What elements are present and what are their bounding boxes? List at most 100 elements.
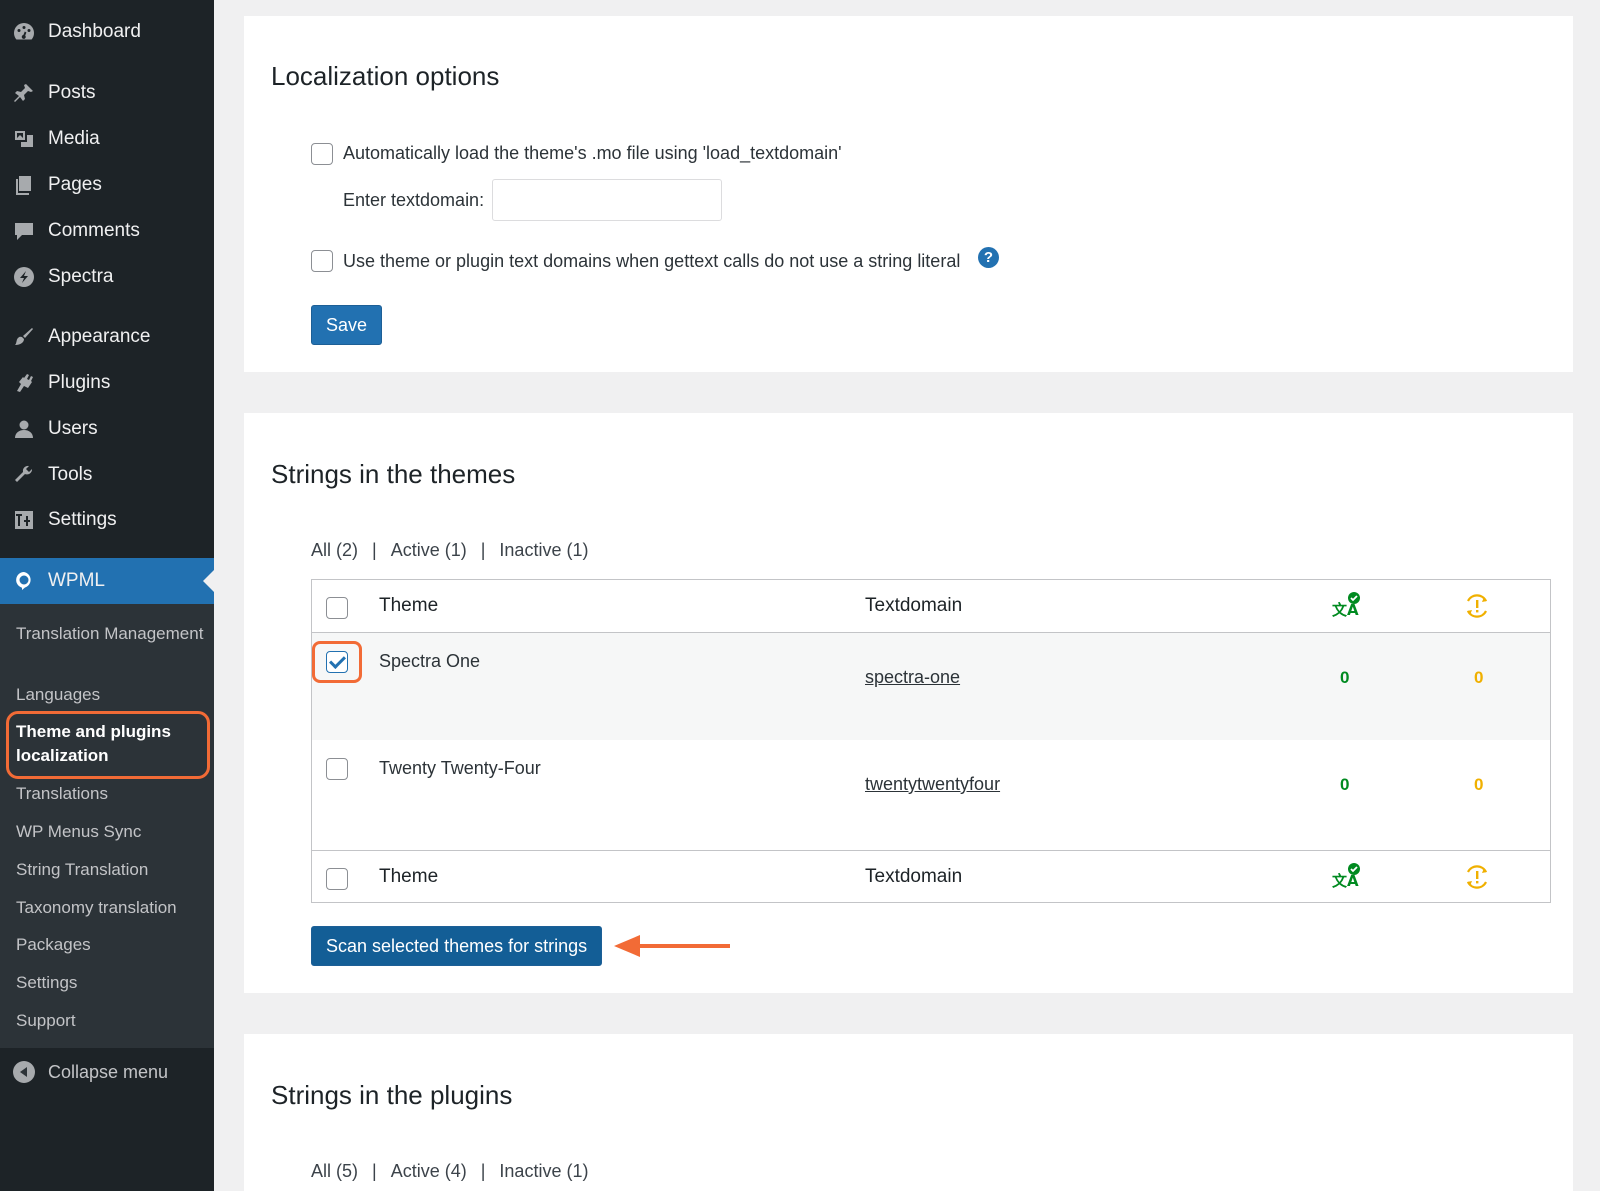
filter-active[interactable]: Active (1) xyxy=(391,540,467,561)
filter-separator: | xyxy=(480,1161,486,1181)
auto-load-mo-checkbox[interactable] xyxy=(311,143,333,165)
brush-icon xyxy=(0,325,48,349)
pending-count: 0 xyxy=(1474,775,1484,794)
pending-strings-icon xyxy=(1467,594,1487,618)
menu-label: Appearance xyxy=(48,326,151,347)
menu-item-posts[interactable]: Posts xyxy=(0,73,214,113)
scan-themes-button[interactable]: Scan selected themes for strings xyxy=(311,926,603,966)
filter-separator: | xyxy=(480,540,486,560)
panel-title: Localization options xyxy=(271,61,500,91)
translated-strings-icon: 文A xyxy=(1332,592,1360,619)
plug-icon xyxy=(0,371,48,395)
column-theme: Theme xyxy=(379,595,439,616)
textdomain-link[interactable]: spectra-one xyxy=(865,667,960,688)
pending-strings-icon xyxy=(1467,865,1487,889)
filter-all[interactable]: All (2) xyxy=(311,540,358,561)
menu-item-plugins[interactable]: Plugins xyxy=(0,363,214,403)
admin-sidebar: Dashboard Posts Media Pages Comments Spe… xyxy=(0,0,214,1191)
dashboard-icon xyxy=(0,20,48,44)
menu-label: Plugins xyxy=(48,372,111,393)
wpml-icon xyxy=(0,569,48,593)
filter-active[interactable]: Active (4) xyxy=(391,1161,467,1182)
menu-item-media[interactable]: Media xyxy=(0,119,214,159)
pending-count: 0 xyxy=(1474,668,1484,687)
themes-table: Theme Textdomain 文A Spectra One spectra-… xyxy=(311,579,1551,903)
localization-options-panel: Localization options Automatically load … xyxy=(244,16,1573,372)
menu-label: Tools xyxy=(48,464,93,485)
submenu-translations[interactable]: Translations xyxy=(16,782,206,806)
translated-count: 0 xyxy=(1340,668,1350,687)
use-text-domains-checkbox[interactable] xyxy=(311,250,333,272)
menu-item-wpml[interactable]: WPML xyxy=(0,558,214,604)
filter-inactive[interactable]: Inactive (1) xyxy=(499,1161,588,1182)
settings-icon xyxy=(0,508,48,532)
textdomain-input[interactable] xyxy=(492,179,722,221)
collapse-menu-button[interactable]: Collapse menu xyxy=(0,1052,214,1092)
translated-count: 0 xyxy=(1340,775,1350,794)
panel-title: Strings in the plugins xyxy=(271,1080,513,1110)
submenu-packages[interactable]: Packages xyxy=(16,933,206,957)
submenu-translation-management[interactable]: Translation Management xyxy=(16,622,206,646)
plugin-filters: All (5) | Active (4) | Inactive (1) xyxy=(311,1161,588,1182)
arrow-annotation-icon xyxy=(614,935,730,957)
filter-separator: | xyxy=(372,540,377,560)
translated-strings-icon: 文A xyxy=(1332,863,1360,890)
theme-row-checkbox[interactable] xyxy=(326,651,348,673)
table-footer-row: Theme Textdomain 文A xyxy=(312,850,1550,902)
save-button[interactable]: Save xyxy=(311,305,383,345)
filter-separator: | xyxy=(372,1161,377,1181)
collapse-arrow-icon xyxy=(13,1061,35,1083)
menu-item-appearance[interactable]: Appearance xyxy=(0,317,214,357)
plugins-strings-panel: Strings in the plugins All (5) | Active … xyxy=(244,1034,1573,1191)
menu-label: Media xyxy=(48,128,100,149)
theme-name: Twenty Twenty-Four xyxy=(379,758,541,778)
menu-label: Users xyxy=(48,418,98,439)
submenu-wp-menus-sync[interactable]: WP Menus Sync xyxy=(16,820,206,844)
menu-label: Spectra xyxy=(48,266,114,287)
textdomain-link[interactable]: twentytwentyfour xyxy=(865,774,1000,795)
submenu-taxonomy-translation[interactable]: Taxonomy translation xyxy=(16,896,206,920)
submenu-support[interactable]: Support xyxy=(16,1009,206,1033)
menu-label: Posts xyxy=(48,82,96,103)
help-icon[interactable]: ? xyxy=(978,247,999,268)
table-row: Spectra One spectra-one 0 0 xyxy=(312,632,1550,740)
menu-label: WPML xyxy=(48,570,105,591)
column-textdomain: Textdomain xyxy=(865,595,963,616)
comment-icon xyxy=(0,219,48,243)
menu-item-settings[interactable]: Settings xyxy=(0,500,214,540)
wrench-icon xyxy=(0,463,48,487)
menu-label: Dashboard xyxy=(48,21,141,42)
menu-label: Pages xyxy=(48,174,102,195)
select-all-checkbox[interactable] xyxy=(326,597,348,619)
filter-all[interactable]: All (5) xyxy=(311,1161,358,1182)
submenu-string-translation[interactable]: String Translation xyxy=(16,858,206,882)
theme-name: Spectra One xyxy=(379,651,481,671)
theme-filters: All (2) | Active (1) | Inactive (1) xyxy=(311,540,588,561)
menu-label: Settings xyxy=(48,509,117,530)
user-icon xyxy=(0,417,48,441)
theme-row-checkbox[interactable] xyxy=(326,758,348,780)
submenu-settings[interactable]: Settings xyxy=(16,971,206,995)
table-row: Twenty Twenty-Four twentytwentyfour 0 0 xyxy=(312,740,1550,850)
themes-strings-panel: Strings in the themes All (2) | Active (… xyxy=(244,413,1573,993)
current-menu-highlight xyxy=(6,711,210,779)
menu-item-dashboard[interactable]: Dashboard xyxy=(0,12,214,52)
menu-item-spectra[interactable]: Spectra xyxy=(0,257,214,297)
menu-item-pages[interactable]: Pages xyxy=(0,165,214,205)
column-theme: Theme xyxy=(379,866,439,887)
use-text-domains-label: Use theme or plugin text domains when ge… xyxy=(343,251,961,271)
auto-load-mo-label: Automatically load the theme's .mo file … xyxy=(343,143,842,163)
menu-label: Comments xyxy=(48,220,140,241)
menu-item-users[interactable]: Users xyxy=(0,409,214,449)
textdomain-label: Enter textdomain: xyxy=(343,190,485,210)
filter-inactive[interactable]: Inactive (1) xyxy=(499,540,588,561)
pin-icon xyxy=(0,81,48,105)
column-textdomain: Textdomain xyxy=(865,866,963,887)
spectra-icon xyxy=(0,265,48,289)
menu-item-comments[interactable]: Comments xyxy=(0,211,214,251)
panel-title: Strings in the themes xyxy=(271,459,516,489)
select-all-footer-checkbox[interactable] xyxy=(326,868,348,890)
menu-item-tools[interactable]: Tools xyxy=(0,455,214,495)
media-icon xyxy=(0,127,48,151)
submenu-languages[interactable]: Languages xyxy=(16,683,206,707)
